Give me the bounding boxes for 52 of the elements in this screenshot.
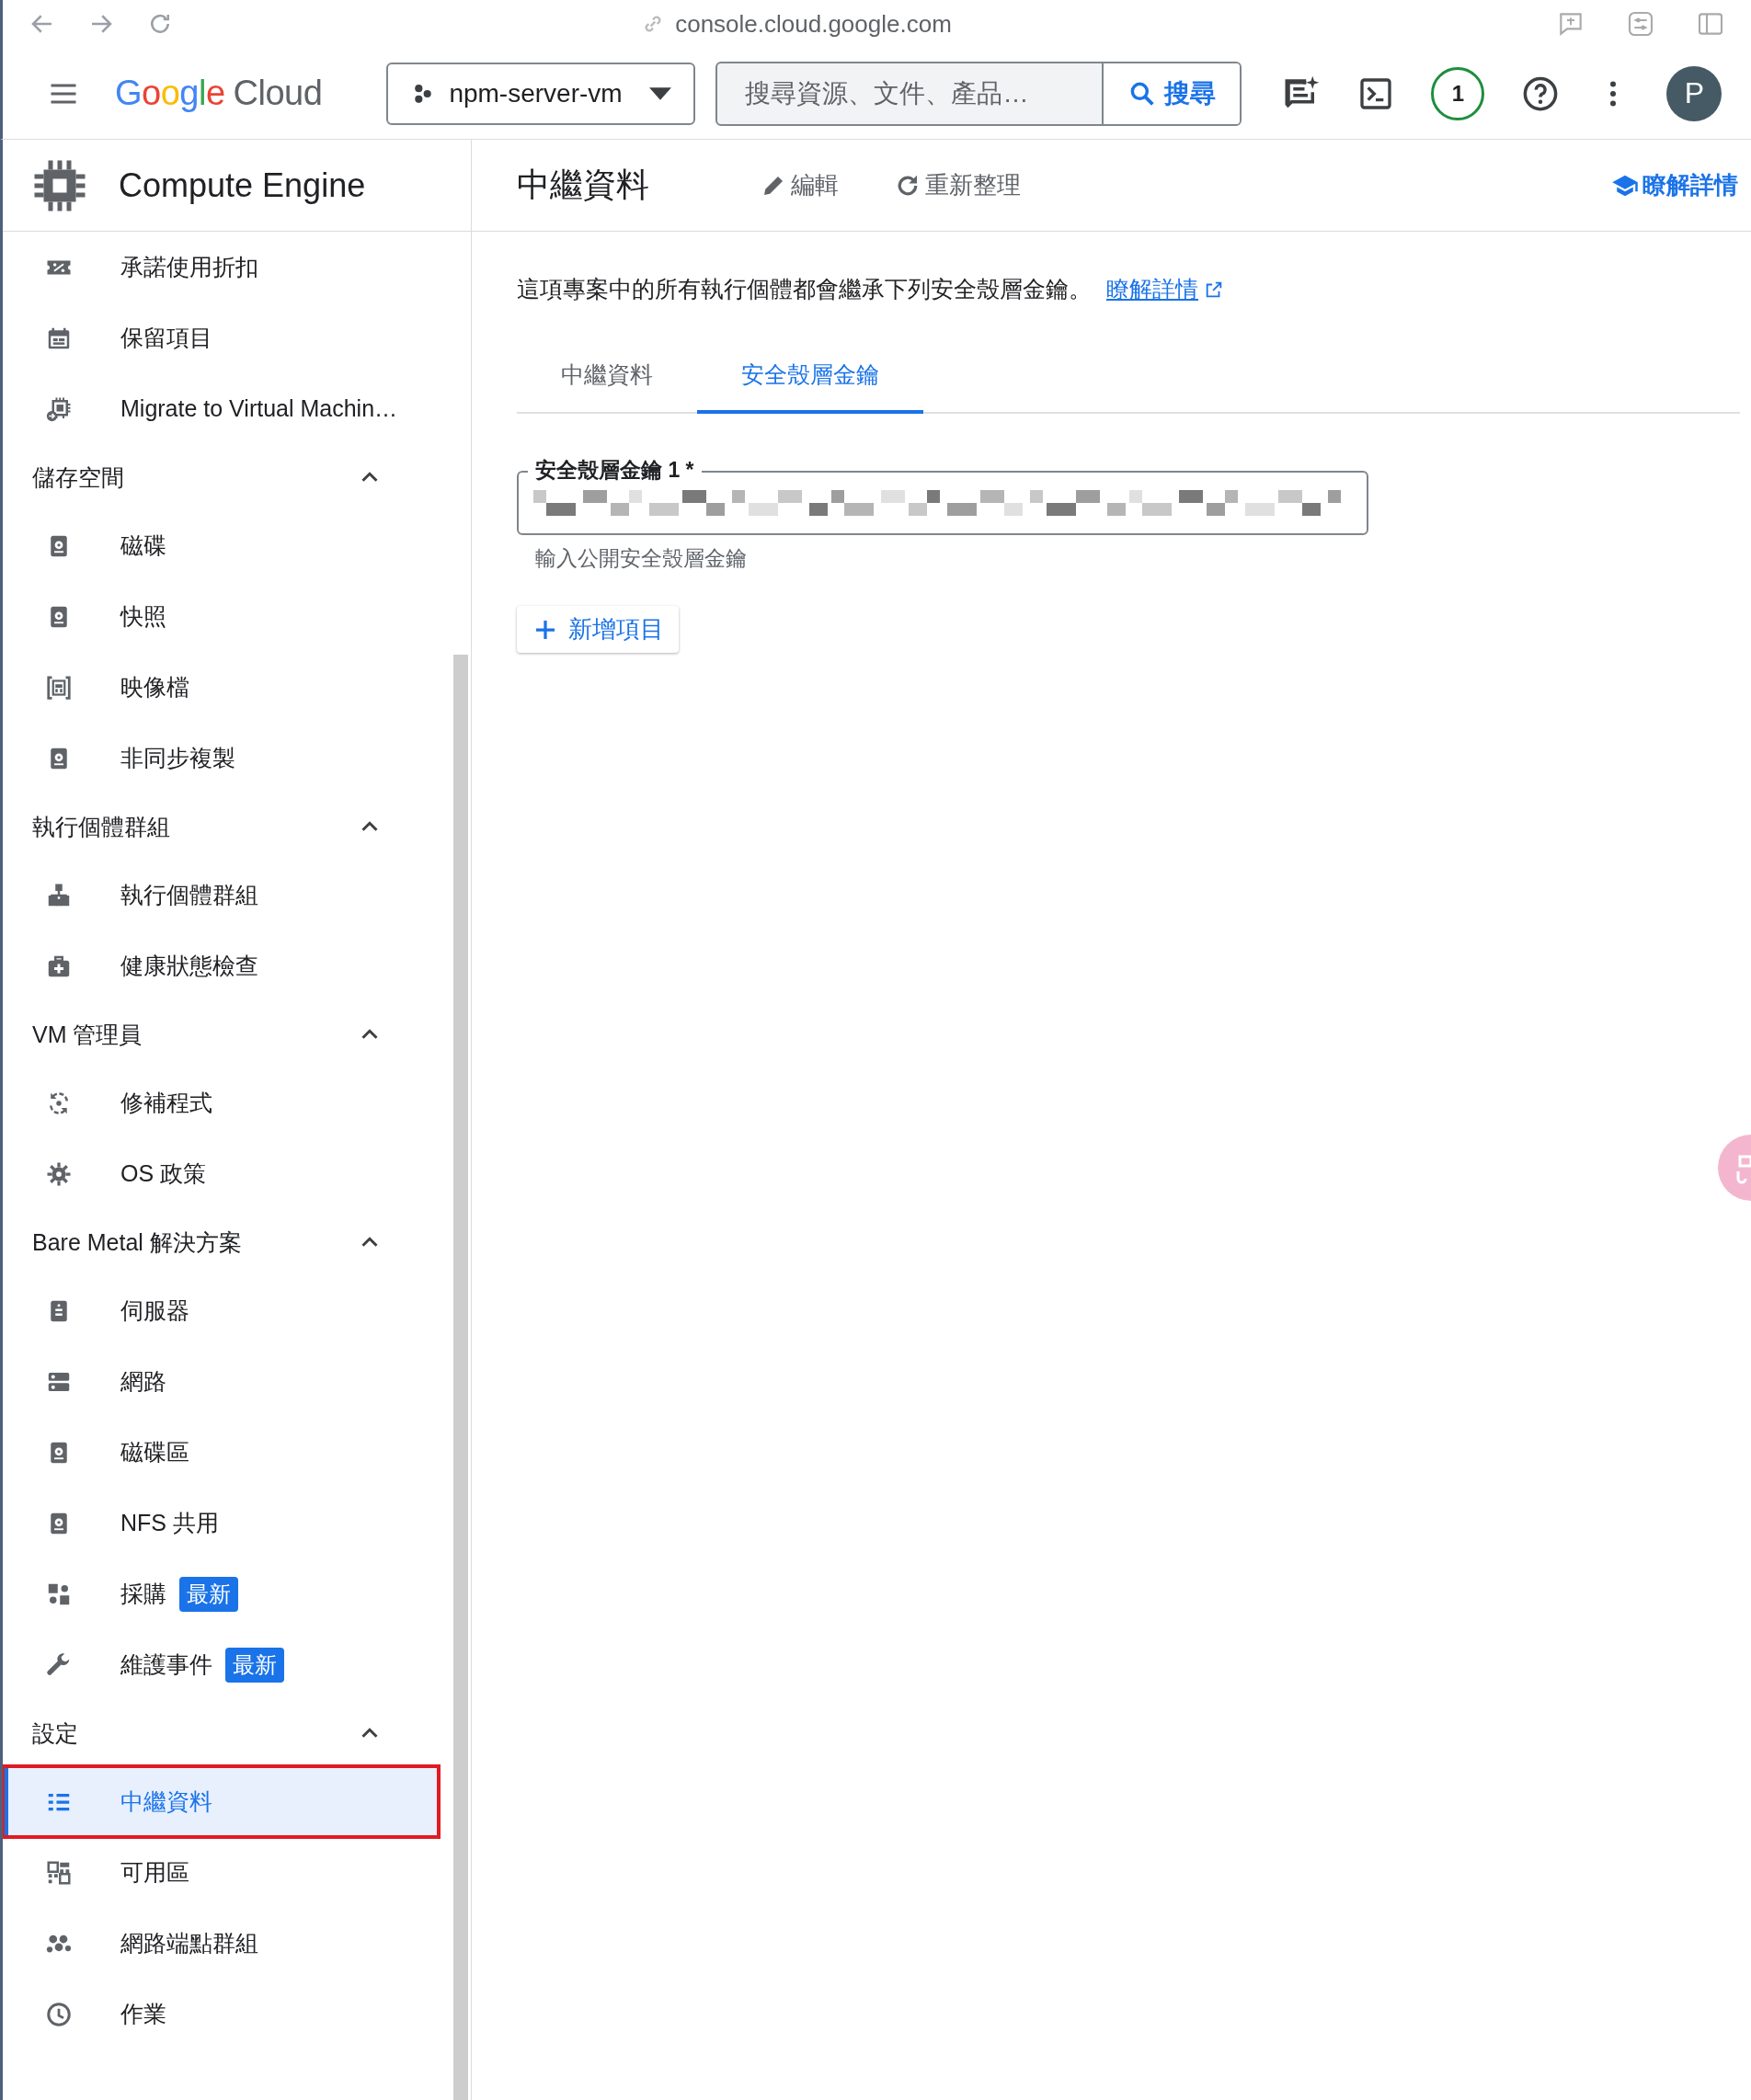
page-title: 中繼資料 <box>517 165 649 205</box>
section-header[interactable]: 儲存空間 <box>3 444 439 510</box>
notification-count[interactable]: 1 <box>1431 66 1485 120</box>
tune-icon[interactable] <box>1626 9 1655 39</box>
product-title: Compute Engine <box>119 165 366 205</box>
tab[interactable]: 中繼資料 <box>517 339 697 414</box>
avatar[interactable]: P <box>1666 65 1722 121</box>
new-badge: 最新 <box>179 1576 238 1612</box>
new-badge: 最新 <box>225 1647 284 1683</box>
nav-item[interactable]: 維護事件 最新 <box>3 1629 439 1700</box>
section-header[interactable]: 設定 <box>3 1700 439 1766</box>
nav-item[interactable]: 採購 最新 <box>3 1558 439 1629</box>
nav-item[interactable]: 磁碟 <box>3 510 439 581</box>
nav-item[interactable]: 健康狀態檢查 <box>3 930 439 1001</box>
project-picker[interactable]: npm-server-vm <box>386 62 696 125</box>
nav-item[interactable]: 可用區 <box>3 1837 439 1908</box>
nav-item[interactable]: 作業 <box>3 1979 439 2049</box>
section-header[interactable]: Bare Metal 解決方案 <box>3 1209 439 1275</box>
nav-item[interactable]: 映像檔 <box>3 652 439 723</box>
section-header[interactable]: VM 管理員 <box>3 1001 439 1067</box>
nav-item[interactable]: 承諾使用折扣 <box>3 232 439 302</box>
floating-button[interactable] <box>1718 1135 1751 1201</box>
learn-more-link[interactable]: 瞭解詳情 <box>1106 274 1224 304</box>
add-item-button[interactable]: 新增項目 <box>517 606 679 653</box>
nav-item[interactable]: 執行個體群組 <box>3 860 439 930</box>
refresh-button[interactable]: 重新整理 <box>894 169 1021 201</box>
google-cloud-logo[interactable]: Google Cloud <box>115 74 323 113</box>
caret-icon <box>649 86 672 100</box>
nav-item[interactable]: 網路 <box>3 1346 439 1417</box>
nav-item[interactable]: 磁碟區 <box>3 1417 439 1488</box>
nav-item[interactable]: 快照 <box>3 581 439 652</box>
address-text[interactable]: console.cloud.google.com <box>675 9 952 39</box>
nav-item[interactable]: 修補程式 <box>3 1067 439 1138</box>
section-header[interactable]: 執行個體群組 <box>3 793 439 860</box>
search-button[interactable]: 搜尋 <box>1102 63 1241 124</box>
helper-text: 輸入公開安全殼層金鑰 <box>535 545 748 572</box>
scrollbar[interactable] <box>453 655 468 2100</box>
clock-icon <box>45 2000 73 2028</box>
nav-item[interactable]: 保留項目 <box>3 302 439 373</box>
nav-item[interactable]: NFS 共用 <box>3 1488 439 1558</box>
description-text: 這項專案中的所有執行個體都會繼承下列安全殼層金鑰。 <box>517 275 1092 303</box>
image-frame-icon <box>45 673 73 702</box>
nav-item[interactable]: 網路端點群組 <box>3 1908 439 1979</box>
tab[interactable]: 安全殼層金鑰 <box>697 339 923 414</box>
edit-button[interactable]: 編輯 <box>760 169 839 201</box>
nav-item[interactable]: 非同步複製 <box>3 723 439 793</box>
search-field[interactable]: 搜尋資源、文件、產品… 搜尋 <box>715 61 1242 126</box>
learn-more-link[interactable]: 瞭解詳情 <box>1611 169 1738 201</box>
nav-item[interactable]: Migrate to Virtual Machin… <box>3 373 439 444</box>
nav-item[interactable]: OS 政策 <box>3 1138 439 1209</box>
nav-item[interactable]: 伺服器 <box>3 1275 439 1346</box>
nav-item[interactable]: 中繼資料 <box>3 1766 439 1837</box>
